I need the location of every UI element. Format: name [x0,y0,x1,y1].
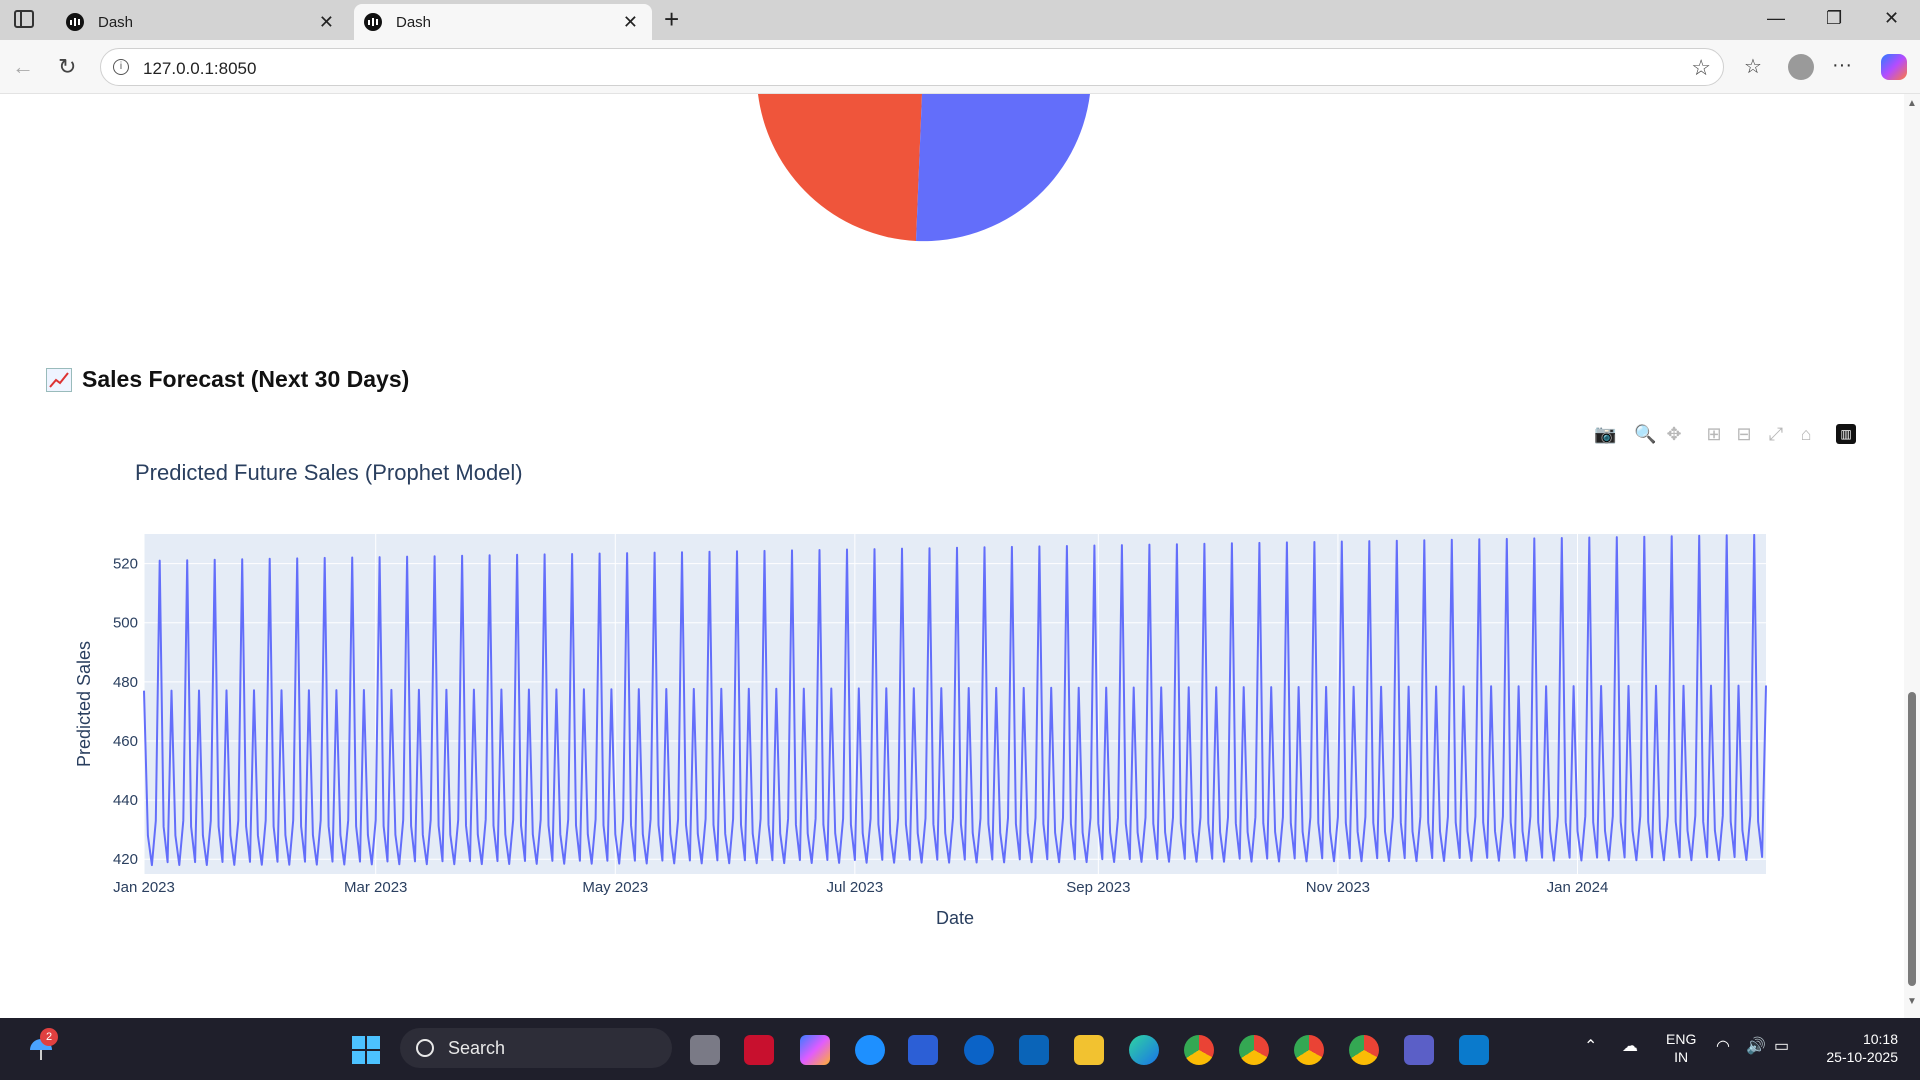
autoscale-icon[interactable]: ⤢ [1766,424,1786,444]
pie-chart [758,94,1090,242]
zoom-out-icon[interactable]: ⊟ [1734,424,1754,444]
search-icon [416,1039,434,1057]
x-tick-label: Sep 2023 [1066,879,1130,896]
edge-icon[interactable] [1129,1035,1159,1065]
pie-slice-blue [916,94,1090,242]
y-tick-label: 500 [113,615,138,632]
chrome-profile-2-icon[interactable] [1239,1035,1269,1065]
x-tick-label: Mar 2023 [344,879,407,896]
pie-slice-red [758,94,922,241]
y-axis-title: Predicted Sales [74,641,94,767]
forecast-line-chart[interactable]: 420 440 460 480 500 520 Jan 2023 Mar 2023 May 20… [4,534,1904,954]
y-tick-label: 480 [113,674,138,691]
volume-icon[interactable]: 🔊 [1746,1038,1766,1056]
teams-icon[interactable] [1404,1035,1434,1065]
reload-icon[interactable]: ↻ [58,54,76,80]
show-hidden-icons[interactable]: ⌃ [1584,1038,1597,1056]
y-tick-label: 460 [113,733,138,750]
profile-avatar[interactable] [1788,54,1814,80]
site-info-icon[interactable]: i [113,59,129,75]
copilot-icon[interactable] [1881,54,1907,80]
wifi-icon[interactable]: ◠ [1716,1038,1730,1056]
onedrive-icon[interactable]: ☁ [1622,1038,1638,1056]
battery-icon[interactable]: ▭ [1774,1038,1789,1056]
task-view-icon[interactable] [690,1035,720,1065]
url-text[interactable]: 127.0.0.1:8050 [143,59,256,79]
pan-icon[interactable]: ✥ [1664,424,1684,444]
y-tick-label: 420 [113,851,138,868]
tab-title: Dash [98,13,134,31]
restore-icon[interactable]: ❐ [1826,8,1842,29]
mcafee-icon[interactable] [744,1035,774,1065]
tab-strip: Dash ✕ Dash ✕ + — ❐ ✕ [0,0,1920,40]
download-png-icon[interactable]: 📷 [1594,424,1616,444]
minimize-icon[interactable]: — [1767,8,1785,29]
dash-favicon-icon [66,13,84,31]
close-window-icon[interactable]: ✕ [1884,8,1899,29]
scroll-thumb[interactable] [1908,692,1916,986]
tab-dash-1[interactable]: Dash ✕ [56,4,348,40]
help-icon[interactable] [855,1035,885,1065]
copilot-app-icon[interactable] [800,1035,830,1065]
chrome-profile-1-icon[interactable] [1184,1035,1214,1065]
chart-title: Predicted Future Sales (Prophet Model) [135,460,523,485]
dash-page: Sales Forecast (Next 30 Days) 📷 🔍 ✥ ⊞ ⊟ … [0,94,1904,1018]
zoom-icon[interactable]: 🔍 [1634,424,1656,444]
y-tick-label: 520 [113,556,138,573]
taskbar-search[interactable]: Search [400,1028,672,1068]
reset-axes-icon[interactable]: ⌂ [1796,424,1816,444]
y-tick-label: 440 [113,792,138,809]
tab-title: Dash [396,13,432,31]
x-tick-label: Jan 2023 [113,879,175,896]
x-axis-title: Date [936,908,974,928]
page-scrollbar[interactable]: ▲ ▼ [1904,94,1920,1018]
favorite-star-icon[interactable]: ☆ [1691,55,1711,81]
clock[interactable]: 10:18 25-10-2025 [1812,1030,1898,1066]
x-tick-label: May 2023 [582,879,648,896]
hp-icon[interactable] [964,1035,994,1065]
tab-dash-2[interactable]: Dash ✕ [354,4,652,40]
weather-icon[interactable]: 2 [28,1028,58,1062]
chart-increasing-icon [46,367,72,392]
chrome-profile-4-icon[interactable] [1349,1035,1379,1065]
close-tab-icon[interactable]: ✕ [319,12,334,33]
outlook-icon[interactable] [1019,1035,1049,1065]
vscode-icon[interactable] [1459,1035,1489,1065]
scroll-down-icon[interactable]: ▼ [1907,996,1917,1007]
dash-favicon-icon [364,13,382,31]
browser-toolbar: ← ↻ i 127.0.0.1:8050 ☆ ☆ ··· [0,40,1920,94]
x-tick-label: Jul 2023 [826,879,883,896]
back-icon[interactable]: ← [12,54,34,80]
tab-actions-icon[interactable] [14,10,34,28]
address-bar[interactable]: i 127.0.0.1:8050 ☆ [100,48,1724,86]
scroll-up-icon[interactable]: ▲ [1907,98,1917,109]
notification-badge: 2 [40,1028,58,1046]
taskbar: 2 Search ⌃ ☁ ENG IN ◠ 🔊 ▭ 10:18 25-10-20… [0,1018,1920,1080]
plotly-logo-icon[interactable]: ▥ [1836,424,1856,444]
more-menu-icon[interactable]: ··· [1832,54,1852,77]
section-title: Sales Forecast (Next 30 Days) [46,366,409,393]
zoom-in-icon[interactable]: ⊞ [1704,424,1724,444]
file-explorer-icon[interactable] [1074,1035,1104,1065]
windows-start-icon[interactable] [352,1036,380,1064]
x-tick-label: Jan 2024 [1547,879,1609,896]
new-tab-icon[interactable]: + [664,4,679,35]
chrome-profile-3-icon[interactable] [1294,1035,1324,1065]
x-tick-label: Nov 2023 [1306,879,1370,896]
favorites-icon[interactable]: ☆ [1744,54,1762,79]
close-tab-icon[interactable]: ✕ [623,12,638,33]
store-icon[interactable] [908,1035,938,1065]
language-indicator[interactable]: ENG IN [1666,1030,1696,1066]
